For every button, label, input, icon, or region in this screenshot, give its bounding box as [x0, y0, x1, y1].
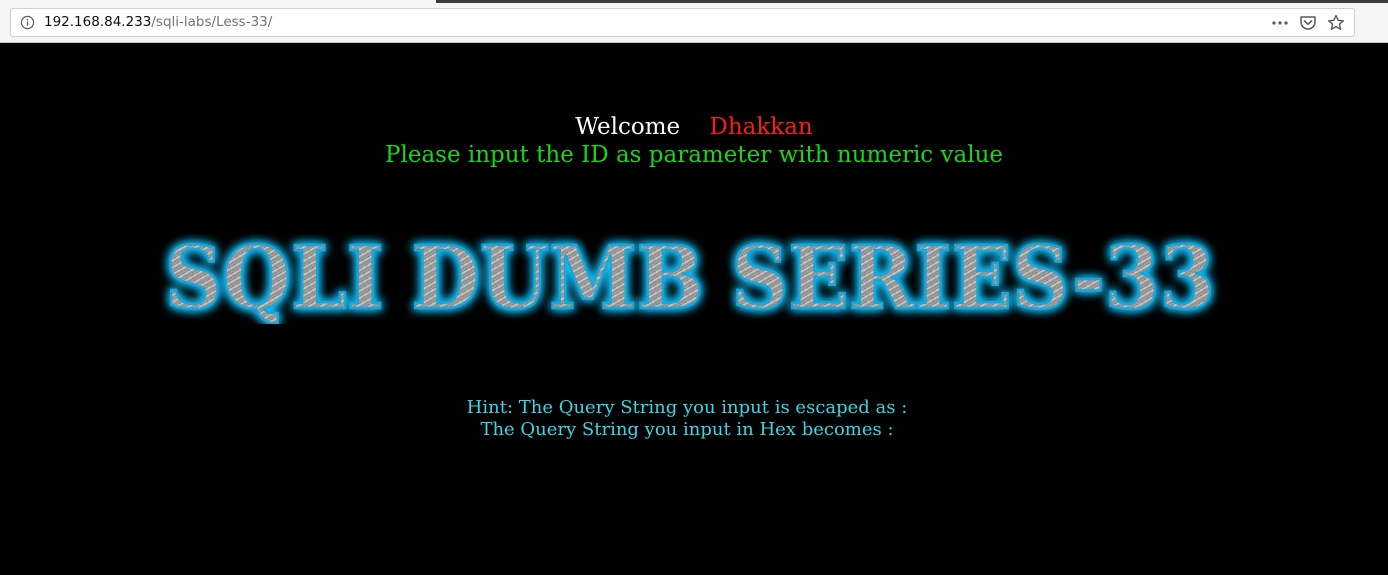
- page-content: Welcome Dhakkan Please input the ID as p…: [0, 44, 1388, 575]
- active-tab-indicator[interactable]: [0, 0, 436, 3]
- banner-text: SQLI DUMB SERIES-33: [165, 228, 1215, 324]
- browser-toolbar: 192.168.84.233/sqli-labs/Less-33/: [0, 0, 1388, 43]
- more-actions-icon[interactable]: [1270, 13, 1290, 33]
- hint-hex-text: The Query String you input in Hex become…: [480, 419, 894, 440]
- welcome-line: Welcome Dhakkan: [0, 114, 1388, 140]
- url-text[interactable]: 192.168.84.233/sqli-labs/Less-33/: [44, 9, 272, 36]
- address-bar[interactable]: 192.168.84.233/sqli-labs/Less-33/: [10, 8, 1355, 37]
- instruction-text: Please input the ID as parameter with nu…: [385, 142, 1003, 168]
- welcome-username: Dhakkan: [709, 114, 813, 140]
- url-host: 192.168.84.233: [44, 14, 152, 30]
- url-path: /sqli-labs/Less-33/: [151, 14, 273, 30]
- hint-escaped-text: Hint: The Query String you input is esca…: [466, 397, 908, 418]
- pocket-icon[interactable]: [1298, 13, 1318, 33]
- series-banner-image: SQLI DUMB SERIES-33: [164, 227, 1217, 324]
- bookmark-star-icon[interactable]: [1326, 13, 1346, 33]
- welcome-label: Welcome: [575, 114, 681, 140]
- info-icon[interactable]: [20, 15, 35, 30]
- tab-strip: [0, 0, 1388, 3]
